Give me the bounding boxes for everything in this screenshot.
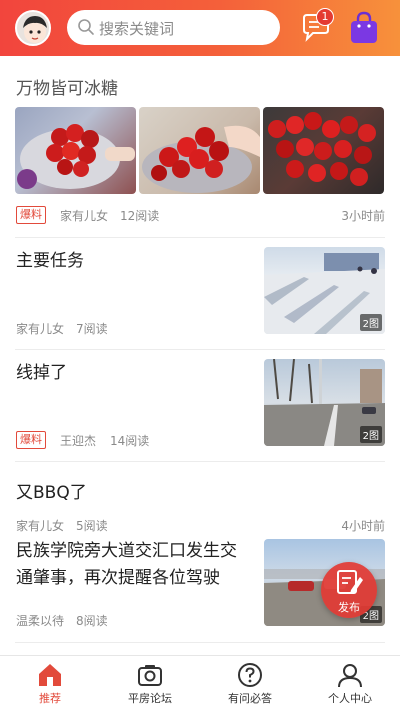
nav-label: 有问必答 (228, 692, 272, 705)
post-title[interactable]: 又BBQ了 (16, 480, 87, 507)
top-header: 搜索关键词 1 (0, 0, 400, 56)
post-title-gallery[interactable]: 万物皆可冰糖 (16, 74, 118, 99)
post-reads: 5阅读 (76, 519, 108, 533)
post-image[interactable] (263, 107, 384, 194)
post-title-line2[interactable]: 通肇事，再次提醒各位驾驶 (16, 565, 220, 592)
post-title[interactable]: 主要任务 (16, 248, 84, 275)
divider (15, 461, 385, 462)
post-title[interactable]: 线掉了 (16, 360, 67, 387)
divider (15, 237, 385, 238)
post-thumbnail[interactable]: 2图 (264, 247, 385, 334)
shopping-bag-icon[interactable] (349, 11, 379, 44)
post-time: 3小时前 (341, 209, 385, 223)
bottom-nav: 推荐 平房论坛 有问必答 个人中心 (0, 655, 400, 711)
image-count-badge: 2图 (359, 426, 382, 443)
nav-label: 个人中心 (328, 692, 372, 705)
image-count-badge: 2图 (359, 314, 382, 331)
post-author[interactable]: 家有儿女 (60, 207, 108, 224)
divider (15, 349, 385, 350)
post-author[interactable]: 家有儿女 (16, 517, 64, 534)
tanghulu-photo (17, 124, 135, 189)
search-placeholder: 搜索关键词 (99, 20, 175, 38)
question-icon (238, 663, 262, 687)
avatar-face-icon (23, 16, 47, 43)
tanghulu-photo (142, 125, 260, 193)
post-time: 4小时前 (341, 519, 385, 533)
nav-item-recommend[interactable]: 推荐 (0, 656, 100, 711)
avatar[interactable] (15, 10, 51, 46)
camera-icon (138, 665, 162, 686)
post-author[interactable]: 王迎杰 (60, 432, 96, 449)
nav-item-qa[interactable]: 有问必答 (200, 656, 300, 711)
nav-label: 推荐 (39, 692, 61, 705)
divider (15, 642, 385, 643)
message-badge: 1 (316, 8, 334, 26)
publish-label: 发布 (338, 601, 360, 614)
nav-item-profile[interactable]: 个人中心 (300, 656, 400, 711)
nav-label: 平房论坛 (128, 692, 172, 705)
search-bar[interactable]: 搜索关键词 (67, 10, 280, 45)
post-author[interactable]: 家有儿女 (16, 320, 64, 337)
post-image[interactable] (139, 107, 260, 194)
nav-item-forum[interactable]: 平房论坛 (100, 656, 200, 711)
post-author[interactable]: 温柔以待 (16, 612, 64, 629)
home-icon (39, 664, 61, 686)
user-icon (338, 664, 362, 688)
post-reads: 7阅读 (76, 322, 108, 336)
post-reads: 12阅读 (120, 209, 160, 223)
post-reads: 14阅读 (110, 434, 150, 448)
post-title-line1[interactable]: 民族学院旁大道交汇口发生交 (16, 538, 237, 565)
tag-badge: 爆料 (16, 431, 46, 449)
tag-badge: 爆料 (16, 206, 46, 224)
post-thumbnail[interactable]: 2图 (264, 359, 385, 446)
post-reads: 8阅读 (76, 614, 108, 628)
edit-icon (337, 570, 363, 594)
publish-button[interactable]: 发布 (321, 562, 377, 618)
tanghulu-photo (268, 112, 376, 186)
post-image[interactable] (15, 107, 136, 194)
search-icon (78, 19, 94, 35)
